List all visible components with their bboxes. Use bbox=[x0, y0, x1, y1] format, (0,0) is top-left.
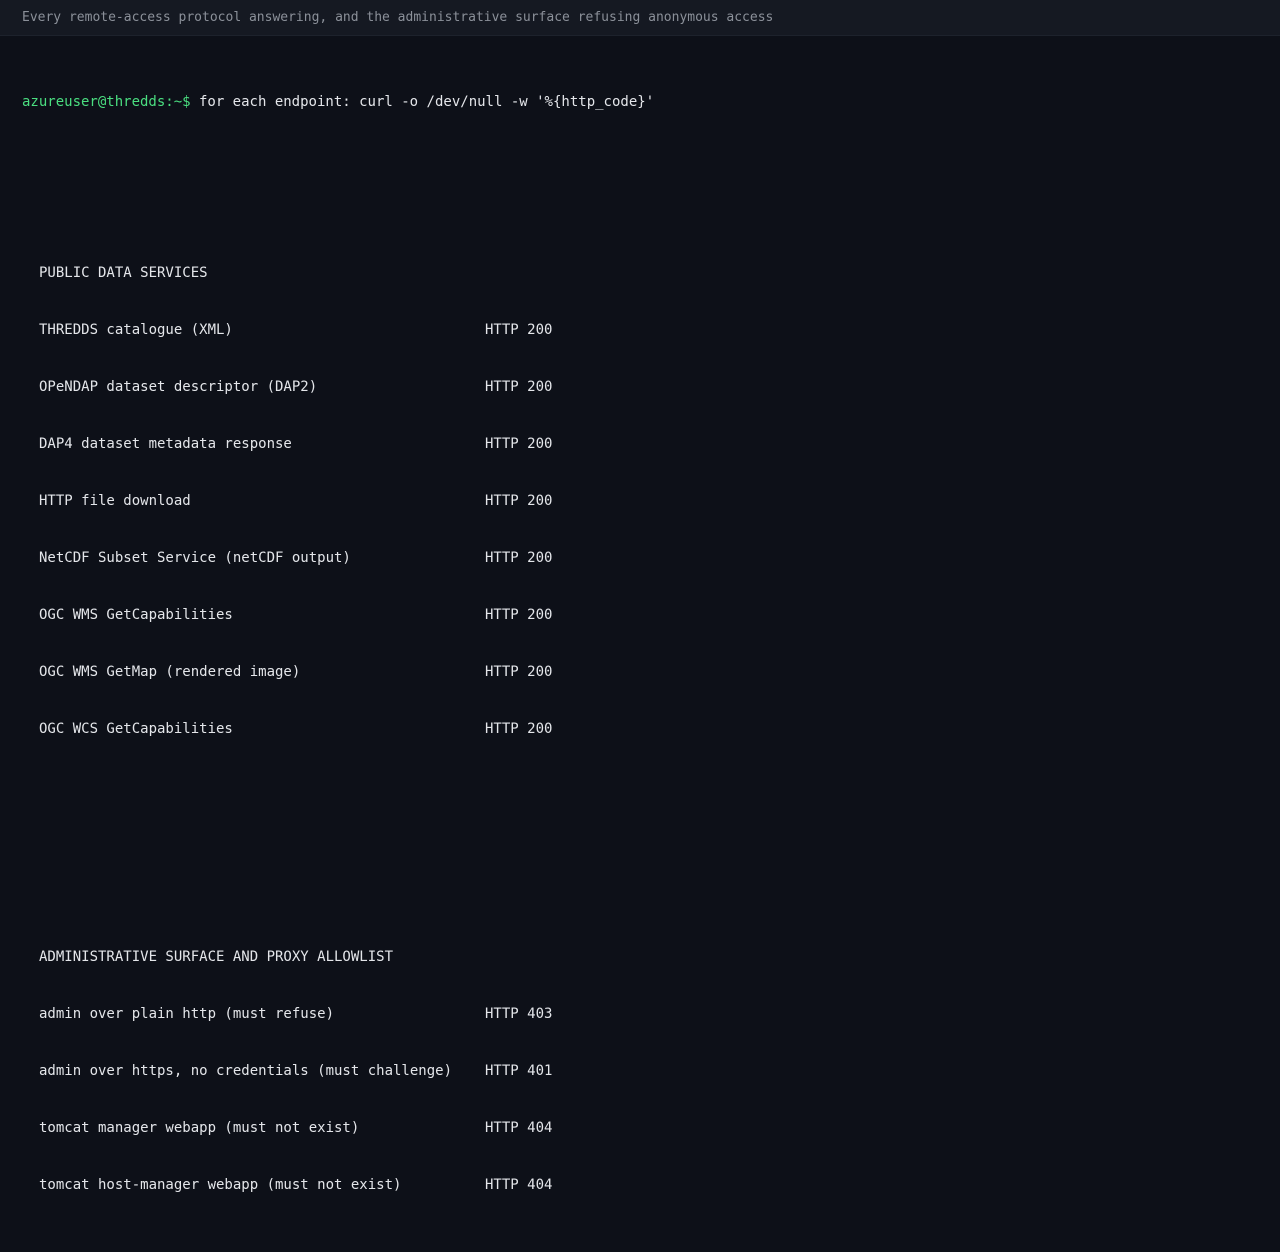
http-status: HTTP 403 bbox=[485, 1006, 553, 1022]
endpoint-label: OGC WMS GetCapabilities bbox=[39, 607, 233, 623]
http-status: HTTP 200 bbox=[485, 379, 553, 395]
endpoint-row: THREDDS catalogue (XML) HTTP 200 bbox=[22, 321, 1280, 340]
http-status: HTTP 200 bbox=[485, 664, 553, 680]
endpoint-row: admin over https, no credentials (must c… bbox=[22, 1062, 1280, 1081]
endpoint-row: OGC WCS GetCapabilities HTTP 200 bbox=[22, 720, 1280, 739]
endpoint-row: OGC WMS GetCapabilities HTTP 200 bbox=[22, 606, 1280, 625]
endpoint-label: NetCDF Subset Service (netCDF output) bbox=[39, 550, 351, 566]
endpoint-label: tomcat manager webapp (must not exist) bbox=[39, 1120, 360, 1136]
http-status: HTTP 404 bbox=[485, 1120, 553, 1136]
http-status: HTTP 200 bbox=[485, 493, 553, 509]
section-administrative-surface: ADMINISTRATIVE SURFACE AND PROXY ALLOWLI… bbox=[22, 910, 1280, 1233]
caption-bar: Every remote-access protocol answering, … bbox=[0, 0, 1280, 36]
endpoint-label: HTTP file download bbox=[39, 493, 191, 509]
endpoint-label: tomcat host-manager webapp (must not exi… bbox=[39, 1177, 402, 1193]
http-status: HTTP 200 bbox=[485, 322, 553, 338]
command-line: azureuser@thredds:~$ for each endpoint: … bbox=[22, 93, 1280, 112]
endpoint-row: tomcat host-manager webapp (must not exi… bbox=[22, 1176, 1280, 1195]
http-status: HTTP 200 bbox=[485, 607, 553, 623]
http-status: HTTP 200 bbox=[485, 436, 553, 452]
caption-text: Every remote-access protocol answering, … bbox=[22, 10, 774, 25]
endpoint-label: DAP4 dataset metadata response bbox=[39, 436, 292, 452]
http-status: HTTP 200 bbox=[485, 721, 553, 737]
endpoint-label: OGC WCS GetCapabilities bbox=[39, 721, 233, 737]
http-status: HTTP 401 bbox=[485, 1063, 553, 1079]
endpoint-label: OGC WMS GetMap (rendered image) bbox=[39, 664, 301, 680]
endpoint-row: tomcat manager webapp (must not exist) H… bbox=[22, 1119, 1280, 1138]
endpoint-row: HTTP file download HTTP 200 bbox=[22, 492, 1280, 511]
endpoint-label: admin over plain http (must refuse) bbox=[39, 1006, 335, 1022]
endpoint-label: admin over https, no credentials (must c… bbox=[39, 1063, 453, 1079]
endpoint-row: OGC WMS GetMap (rendered image) HTTP 200 bbox=[22, 663, 1280, 682]
endpoint-row: NetCDF Subset Service (netCDF output) HT… bbox=[22, 549, 1280, 568]
http-status: HTTP 200 bbox=[485, 550, 553, 566]
endpoint-row: DAP4 dataset metadata response HTTP 200 bbox=[22, 435, 1280, 454]
endpoint-row: admin over plain http (must refuse) HTTP… bbox=[22, 1005, 1280, 1024]
shell-prompt: azureuser@thredds:~$ bbox=[22, 94, 191, 110]
shell-command: for each endpoint: curl -o /dev/null -w … bbox=[198, 94, 655, 110]
endpoint-label: THREDDS catalogue (XML) bbox=[39, 322, 233, 338]
terminal-output[interactable]: azureuser@thredds:~$ for each endpoint: … bbox=[0, 36, 1280, 1252]
endpoint-row: OPeNDAP dataset descriptor (DAP2) HTTP 2… bbox=[22, 378, 1280, 397]
http-status: HTTP 404 bbox=[485, 1177, 553, 1193]
section-heading: ADMINISTRATIVE SURFACE AND PROXY ALLOWLI… bbox=[39, 949, 394, 965]
endpoint-label: OPeNDAP dataset descriptor (DAP2) bbox=[39, 379, 318, 395]
section-public-data-services: PUBLIC DATA SERVICES THREDDS catalogue (… bbox=[22, 226, 1280, 777]
section-heading: PUBLIC DATA SERVICES bbox=[39, 265, 208, 281]
